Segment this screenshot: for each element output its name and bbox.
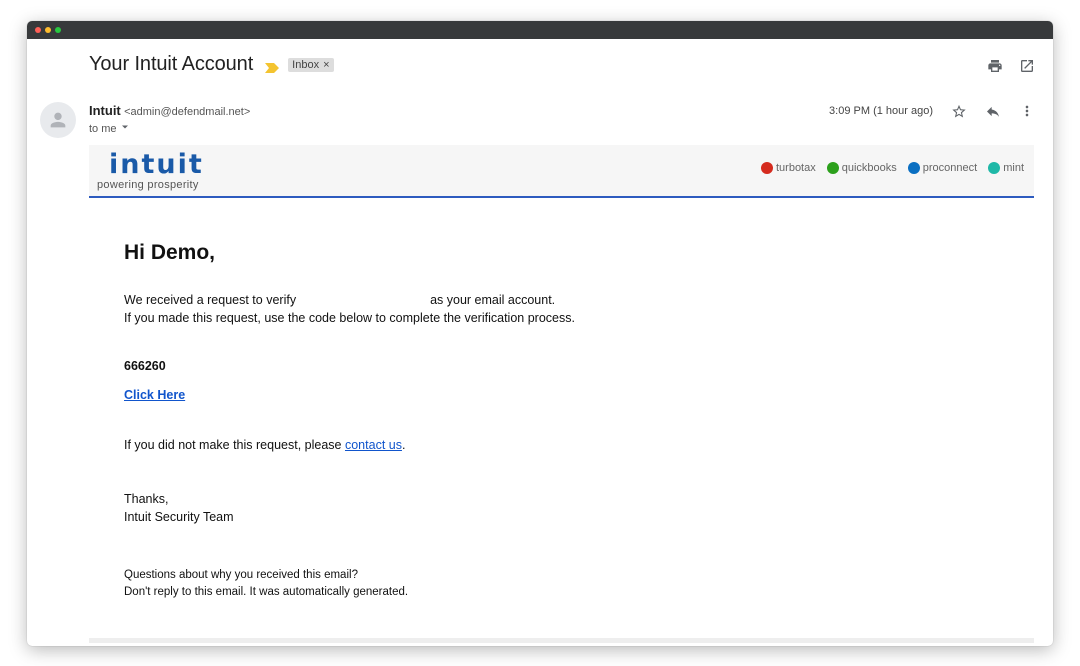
proconnect-icon	[907, 162, 920, 174]
click-here-link[interactable]: Click Here	[124, 388, 185, 402]
footer-question: Questions about why you received this em…	[124, 569, 358, 581]
greeting: Hi Demo,	[124, 241, 216, 264]
not-you-text: If you did not make this request, please	[124, 438, 342, 452]
sender-name[interactable]: Intuit	[89, 103, 121, 118]
minimize-window-button[interactable]	[45, 27, 51, 33]
not-you-line: If you did not make this request, please…	[124, 436, 405, 454]
footer-note: Don't reply to this email. It was automa…	[124, 586, 409, 598]
recipient-text: to me	[89, 122, 117, 135]
brand-header: intuit powering prosperity turbotax quic…	[89, 145, 1034, 198]
email-subject: Your Intuit Account	[89, 53, 254, 75]
verify-text-end: as your email account.	[430, 293, 556, 307]
close-window-button[interactable]	[35, 27, 41, 33]
brand-tagline: powering prosperity	[97, 179, 199, 191]
remove-label-button[interactable]: ×	[323, 59, 329, 71]
inbox-label-text: Inbox	[292, 58, 320, 71]
message-time: 3:09 PM (1 hour ago)	[829, 105, 933, 117]
product-label: turbotax	[775, 162, 816, 174]
recipient-details-toggle[interactable]: to me	[89, 122, 130, 135]
mint-icon	[988, 162, 1001, 174]
important-marker-icon[interactable]	[265, 60, 280, 73]
instruction-line: If you made this request, use the code b…	[124, 311, 575, 325]
product-list: turbotax quickbooks proconnect mint	[760, 162, 1024, 174]
message-meta: 3:09 PM (1 hour ago)	[829, 103, 1035, 119]
turbotax-icon	[760, 162, 773, 174]
avatar-person-icon	[50, 112, 66, 128]
product-label: mint	[1003, 162, 1024, 174]
product-label: proconnect	[922, 162, 978, 174]
product-turbotax[interactable]: turbotax	[760, 162, 816, 174]
thanks-line: Thanks,	[124, 492, 169, 506]
quickbooks-icon	[826, 162, 839, 174]
browser-window: Your Intuit Account Inbox × Intuit <admi…	[27, 21, 1053, 646]
subject-row: Your Intuit Account Inbox ×	[89, 53, 334, 76]
reply-icon[interactable]	[985, 103, 1001, 119]
top-actions	[987, 58, 1035, 74]
open-in-new-window-icon[interactable]	[1019, 58, 1035, 74]
intuit-logo: intuit	[109, 149, 204, 180]
print-icon[interactable]	[987, 58, 1003, 74]
more-vert-icon[interactable]	[1019, 103, 1035, 119]
chevron-down-icon[interactable]	[120, 122, 130, 135]
product-quickbooks[interactable]: quickbooks	[826, 162, 897, 174]
footer-divider	[89, 638, 1034, 643]
product-label: quickbooks	[841, 162, 897, 174]
signature-line: Intuit Security Team	[124, 510, 234, 524]
maximize-window-button[interactable]	[55, 27, 61, 33]
inbox-label-chip[interactable]: Inbox ×	[288, 57, 334, 72]
sender-avatar[interactable]	[40, 102, 76, 138]
contact-us-link[interactable]: contact us	[345, 438, 402, 452]
verify-text-start: We received a request to verify	[124, 293, 297, 307]
star-icon[interactable]	[951, 103, 967, 119]
product-mint[interactable]: mint	[988, 162, 1024, 174]
window-titlebar	[27, 21, 1053, 39]
verification-code: 666260	[124, 359, 166, 373]
product-proconnect[interactable]: proconnect	[907, 162, 978, 174]
not-you-period: .	[401, 438, 406, 452]
sender-info: Intuit <admin@defendmail.net>	[89, 103, 250, 118]
sender-email: <admin@defendmail.net>	[124, 106, 251, 118]
verify-line: We received a request to verify as your e…	[124, 291, 555, 309]
